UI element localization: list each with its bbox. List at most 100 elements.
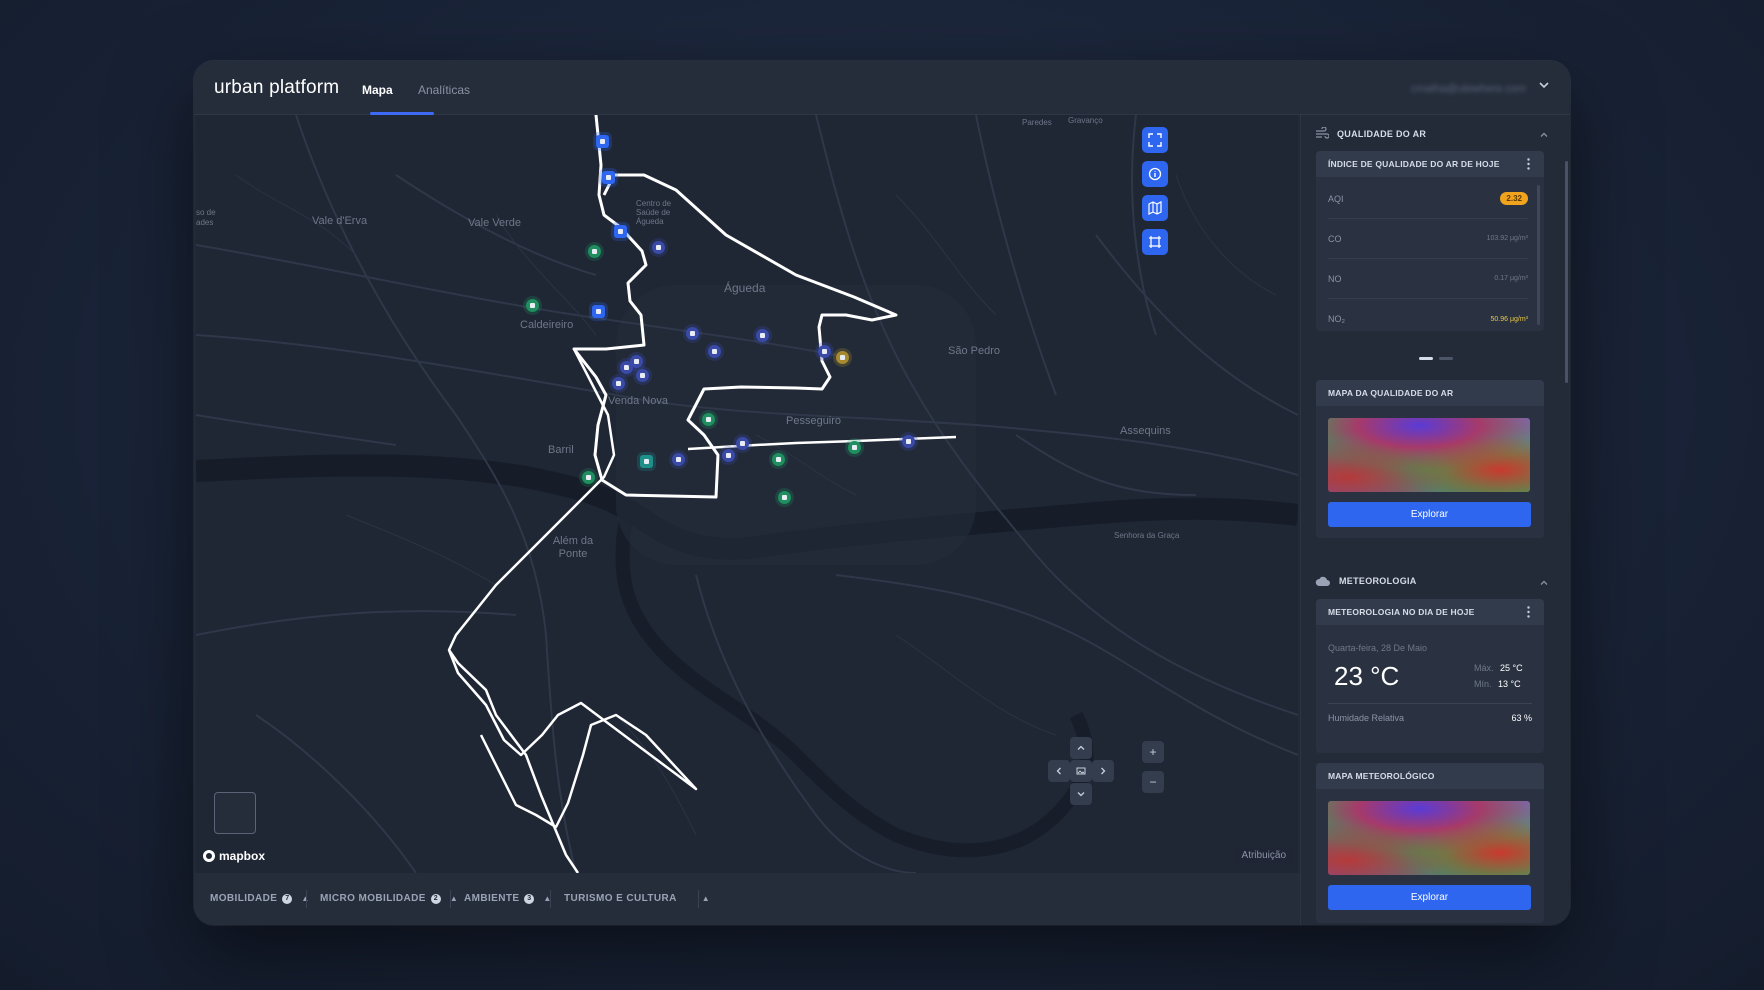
tab-mapa[interactable]: Mapa: [362, 83, 393, 97]
cloud-icon: [644, 459, 649, 464]
layer-label: TURISMO E CULTURA: [564, 893, 677, 904]
more-options-icon[interactable]: [1527, 606, 1530, 618]
zoom-in-button[interactable]: +: [1142, 741, 1164, 763]
layer-label: MICRO MOBILIDADE: [320, 893, 426, 904]
mobility-marker[interactable]: [756, 329, 769, 342]
divider: [698, 890, 699, 908]
pagination-dot[interactable]: [1438, 357, 1453, 360]
weather-station-marker[interactable]: [640, 455, 653, 468]
pan-down-button[interactable]: [1070, 783, 1092, 805]
people-icon: [690, 331, 695, 336]
pagination-dot[interactable]: [1418, 357, 1433, 360]
bus-stop-marker[interactable]: [592, 305, 605, 318]
alert-marker[interactable]: [836, 351, 849, 364]
zoom-out-button[interactable]: −: [1142, 771, 1164, 793]
mobility-marker[interactable]: [818, 345, 831, 358]
explore-meteorology-button[interactable]: Explorar: [1328, 885, 1531, 910]
place-label: Centro de Saúde de Águeda: [636, 199, 672, 226]
humidity-value: 63 %: [1511, 713, 1532, 723]
tab-analiticas[interactable]: Analíticas: [418, 83, 470, 97]
meteorology-section-header[interactable]: METEOROLOGIA: [1315, 575, 1417, 587]
aqi-card: ÍNDICE DE QUALIDADE DO AR DE HOJE AQI 2.…: [1316, 151, 1544, 331]
max-temperature: Máx. 25 °C: [1474, 663, 1523, 673]
select-area-button[interactable]: [1142, 229, 1168, 255]
co-row: CO 103.92 μg/m³: [1328, 219, 1528, 259]
environment-sensor-marker[interactable]: [772, 453, 785, 466]
no-row: NO 0.17 μg/m³: [1328, 259, 1528, 299]
bus-stop-marker[interactable]: [602, 171, 615, 184]
top-bar: urban platform Mapa Analíticas cmalha@ub…: [194, 61, 1570, 115]
map-icon: [1148, 201, 1162, 215]
humidity-label: Humidade Relativa: [1328, 713, 1405, 723]
card-scrollbar[interactable]: [1537, 185, 1540, 325]
place-label: Vale Verde: [468, 217, 522, 229]
place-label: so de: [196, 208, 216, 217]
no2-row: NO₂ 50.96 μg/m³: [1328, 299, 1528, 331]
mapbox-logo-text: mapbox: [219, 849, 266, 863]
environment-sensor-marker[interactable]: [778, 491, 791, 504]
more-options-icon[interactable]: [1527, 158, 1530, 170]
mobility-marker[interactable]: [736, 437, 749, 450]
people-icon: [616, 381, 621, 386]
bus-stop-marker[interactable]: [596, 135, 609, 148]
card-title-text: MAPA METEOROLÓGICO: [1328, 771, 1435, 781]
mobility-marker[interactable]: [722, 449, 735, 462]
mobility-marker[interactable]: [636, 369, 649, 382]
chevron-up-icon[interactable]: [1538, 577, 1550, 589]
fullscreen-button[interactable]: [1142, 127, 1168, 153]
chevron-down-icon[interactable]: [1536, 77, 1552, 93]
env-icon: [586, 475, 591, 480]
attribution-link[interactable]: Atribuição: [1235, 848, 1292, 863]
no-label: NO: [1328, 273, 1342, 284]
layer-count-badge: 7: [282, 893, 293, 904]
weather-date: Quarta-feira, 28 De Maio: [1328, 643, 1428, 653]
card-title: MAPA METEOROLÓGICO: [1316, 763, 1544, 789]
layer-ambiente[interactable]: AMBIENTE 3 ▲: [464, 893, 552, 904]
mobility-marker[interactable]: [708, 345, 721, 358]
mobility-marker[interactable]: [902, 435, 915, 448]
reset-view-button[interactable]: [1070, 760, 1092, 782]
divider: [306, 890, 307, 908]
bus-icon: [600, 139, 605, 144]
caret-up-icon: ▲: [449, 894, 459, 903]
info-button[interactable]: [1142, 161, 1168, 187]
mobility-marker[interactable]: [652, 241, 665, 254]
place-label: Assequins: [1120, 425, 1171, 437]
sidebar-scrollbar[interactable]: [1565, 161, 1568, 383]
people-icon: [740, 441, 745, 446]
user-email[interactable]: cmalha@ubiwhere.com: [1411, 83, 1526, 95]
air-quality-section-header[interactable]: QUALIDADE DO AR: [1315, 127, 1426, 141]
environment-sensor-marker[interactable]: [582, 471, 595, 484]
pan-right-button[interactable]: [1092, 760, 1114, 782]
layer-micro-mobilidade[interactable]: MICRO MOBILIDADE 2 ▲: [320, 893, 458, 904]
layer-mobilidade[interactable]: MOBILIDADE 7 ▲: [210, 893, 310, 904]
pan-up-button[interactable]: [1070, 737, 1092, 759]
layer-turismo-cultura[interactable]: TURISMO E CULTURA ▲: [564, 893, 710, 904]
env-icon: [530, 303, 535, 308]
explore-air-quality-button[interactable]: Explorar: [1328, 502, 1531, 527]
divider: [550, 890, 551, 908]
carousel-pagination[interactable]: [1301, 357, 1570, 360]
minimap-thumbnail[interactable]: [214, 792, 256, 834]
mobility-marker[interactable]: [612, 377, 625, 390]
chevron-up-icon[interactable]: [1538, 129, 1550, 141]
mobility-marker[interactable]: [672, 453, 685, 466]
environment-sensor-marker[interactable]: [702, 413, 715, 426]
environment-sensor-marker[interactable]: [848, 441, 861, 454]
right-sidebar: QUALIDADE DO AR ÍNDICE DE QUALIDADE DO A…: [1300, 115, 1570, 925]
environment-sensor-marker[interactable]: [588, 245, 601, 258]
pan-left-button[interactable]: [1048, 760, 1070, 782]
mapbox-icon: [203, 850, 215, 862]
environment-sensor-marker[interactable]: [526, 299, 539, 312]
mobility-marker[interactable]: [630, 355, 643, 368]
no-value: 0.17 μg/m³: [1494, 275, 1528, 282]
mobility-marker[interactable]: [686, 327, 699, 340]
card-title: METEOROLOGIA NO DIA DE HOJE: [1316, 599, 1544, 625]
map-layers-button[interactable]: [1142, 195, 1168, 221]
no2-label: NO₂: [1328, 314, 1345, 324]
place-label: Senhora da Graça: [1114, 531, 1180, 540]
bus-stop-marker[interactable]: [614, 225, 627, 238]
place-label: Caldeireiro: [520, 319, 574, 331]
map-canvas[interactable]: Vale d'Erva Vale Verde Centro de Saúde d…: [196, 115, 1298, 873]
bus-icon: [606, 175, 611, 180]
